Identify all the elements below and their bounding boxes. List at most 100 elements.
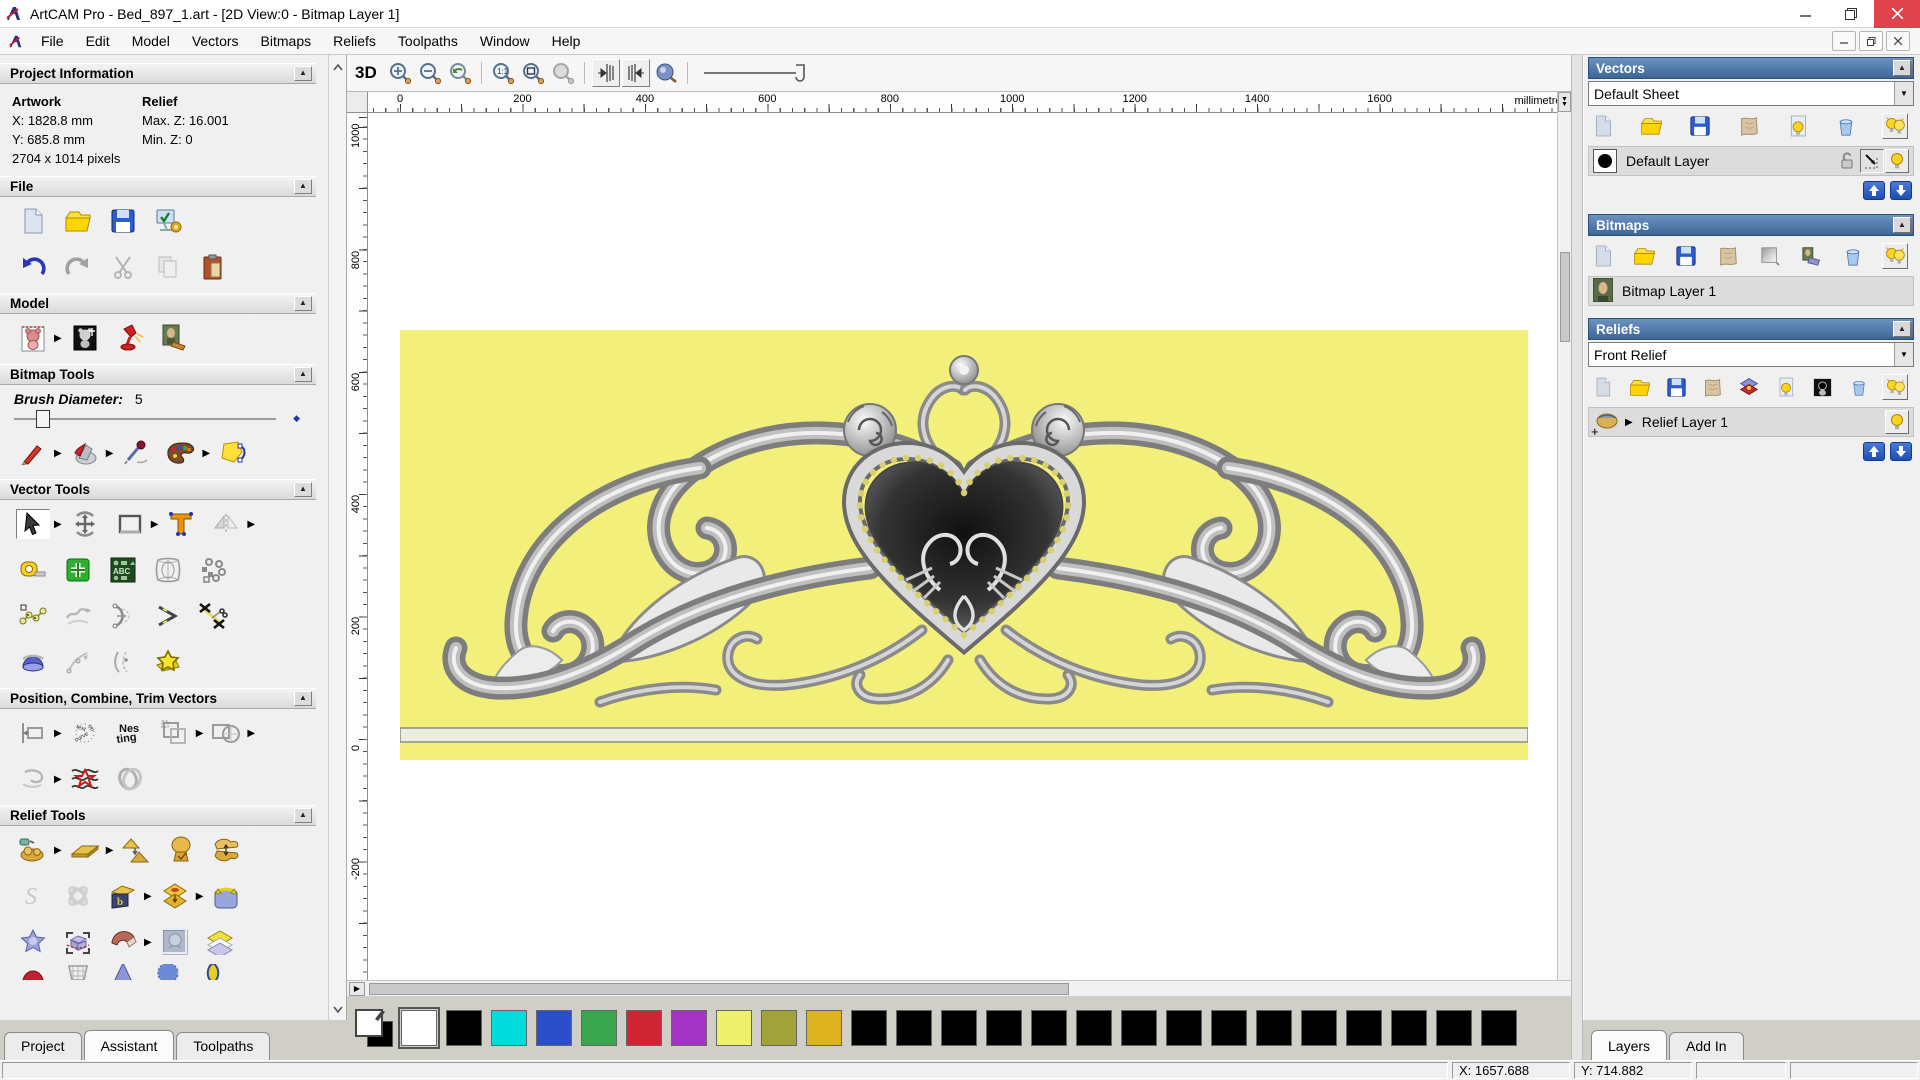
new-bitmap-layer-icon[interactable]	[1590, 243, 1616, 269]
palette-swatch[interactable]	[941, 1010, 977, 1046]
save-relief-layer-icon[interactable]	[1663, 374, 1689, 400]
rollup-button[interactable]: ▲	[294, 296, 312, 311]
palette-swatch[interactable]	[1436, 1010, 1472, 1046]
create-text-icon[interactable]	[164, 509, 198, 539]
child-restore-button[interactable]	[1859, 31, 1883, 51]
weld-vectors-icon[interactable]	[209, 718, 243, 748]
open-vector-layer-icon[interactable]	[1639, 113, 1665, 139]
palette-swatch[interactable]	[536, 1010, 572, 1046]
fillet-dome-icon[interactable]	[16, 647, 50, 677]
mirror-vectors-icon[interactable]	[209, 509, 243, 539]
insert-angle-icon[interactable]	[151, 601, 185, 631]
menu-vectors[interactable]: Vectors	[181, 29, 250, 53]
delete-layer-icon[interactable]	[1846, 374, 1872, 400]
tab-assistant[interactable]: Assistant	[83, 1030, 175, 1060]
rollup-button[interactable]: ▲	[1893, 321, 1911, 337]
scroll-down-icon[interactable]	[332, 1001, 343, 1016]
relief-from-image-icon[interactable]: b	[106, 881, 140, 911]
menu-edit[interactable]: Edit	[75, 29, 121, 53]
create-rectangle-icon[interactable]	[113, 509, 147, 539]
interlock-rings-icon[interactable]	[113, 764, 147, 794]
move-layer-down-icon[interactable]	[1890, 442, 1912, 461]
flyout-arrow-icon[interactable]: ▶	[106, 845, 114, 856]
tab-project[interactable]: Project	[4, 1032, 82, 1060]
flood-fill-icon[interactable]	[68, 438, 102, 468]
vector-sheet-select[interactable]: Default Sheet ▼	[1588, 81, 1914, 106]
flyout-arrow-icon[interactable]: ▶	[54, 845, 62, 856]
expand-arrow-icon[interactable]: ▶	[1619, 417, 1633, 428]
palette-swatch[interactable]	[1166, 1010, 1202, 1046]
flyout-arrow-icon[interactable]: ▶	[196, 728, 204, 739]
measure-icon[interactable]	[16, 555, 50, 585]
layer-colour-swatch[interactable]	[1593, 149, 1617, 173]
offset-vector-icon[interactable]	[106, 647, 140, 677]
layer-visibility-icon[interactable]	[1885, 410, 1909, 434]
new-model-icon[interactable]	[16, 206, 50, 236]
brush-diameter-slider[interactable]: ◆	[14, 409, 302, 429]
palette-swatch[interactable]	[1301, 1010, 1337, 1046]
all-layers-visibility-icon[interactable]	[1882, 374, 1908, 400]
scroll-up-icon[interactable]	[332, 59, 343, 74]
move-layer-up-icon[interactable]	[1863, 442, 1885, 461]
cut-icon[interactable]	[106, 252, 140, 282]
layer-visibility-icon[interactable]	[1885, 149, 1909, 173]
move-layer-up-icon[interactable]	[1863, 181, 1885, 200]
palette-swatch[interactable]	[446, 1010, 482, 1046]
bitmap-layer-row[interactable]: Bitmap Layer 1	[1588, 276, 1914, 306]
greyscale-preview-icon[interactable]	[1809, 374, 1835, 400]
open-file-icon[interactable]	[61, 206, 95, 236]
carve-relief-icon[interactable]	[106, 927, 140, 957]
colour-view-icon[interactable]	[1799, 243, 1825, 269]
layer-name[interactable]: Relief Layer 1	[1633, 414, 1884, 430]
create-arc-icon[interactable]	[106, 601, 140, 631]
layer-name[interactable]: Default Layer	[1617, 153, 1834, 169]
two-rail-sweep-icon[interactable]	[16, 964, 50, 980]
lighting-icon[interactable]	[113, 323, 147, 353]
join-vectors-icon[interactable]	[16, 764, 50, 794]
zoom-out-icon[interactable]	[416, 59, 444, 87]
paste-along-curve-icon[interactable]	[196, 555, 230, 585]
node-editing-icon[interactable]	[61, 647, 95, 677]
child-close-button[interactable]	[1886, 31, 1910, 51]
flyout-arrow-icon[interactable]: ▶	[196, 891, 204, 902]
flyout-arrow-icon[interactable]: ▶	[247, 728, 255, 739]
new-vector-layer-icon[interactable]	[1590, 113, 1616, 139]
palette-swatch[interactable]	[806, 1010, 842, 1046]
extrude-icon[interactable]	[61, 964, 95, 980]
palette-swatch[interactable]	[1031, 1010, 1067, 1046]
preview-relief-icon[interactable]	[652, 59, 680, 87]
block-group-icon[interactable]	[158, 718, 192, 748]
zero-plane-icon[interactable]	[68, 835, 102, 865]
flyout-arrow-icon[interactable]: ▶	[54, 774, 62, 785]
texture-icon[interactable]	[158, 323, 192, 353]
menu-file[interactable]: File	[30, 29, 75, 53]
menu-help[interactable]: Help	[541, 29, 592, 53]
merge-relief-layers-icon[interactable]	[1700, 374, 1726, 400]
toggle-vector-view-icon[interactable]	[621, 59, 650, 87]
rollup-button[interactable]: ▲	[294, 179, 312, 194]
scroll-right-icon[interactable]: ▶	[349, 981, 365, 996]
menu-model[interactable]: Model	[121, 29, 181, 53]
zoom-in-icon[interactable]	[386, 59, 414, 87]
ruler-units-button[interactable]: ▼ ▼	[1558, 92, 1571, 112]
all-layers-visibility-icon[interactable]	[1881, 113, 1908, 139]
spin-relief-icon[interactable]	[106, 964, 140, 980]
palette-swatch[interactable]	[986, 1010, 1022, 1046]
new-relief-layer-icon[interactable]	[1590, 374, 1616, 400]
save-vector-layer-icon[interactable]	[1687, 113, 1713, 139]
select-vectors-icon[interactable]	[16, 509, 50, 539]
redo-icon[interactable]	[61, 252, 95, 282]
palette-swatch[interactable]	[1121, 1010, 1157, 1046]
slider-handle[interactable]	[794, 63, 808, 86]
text-block-icon[interactable]: ABC	[106, 555, 140, 585]
vector-layer-row[interactable]: Default Layer	[1588, 146, 1914, 176]
palette-swatch[interactable]	[1076, 1010, 1112, 1046]
snap-to-layer-icon[interactable]	[1860, 149, 1884, 173]
relief-layer-row[interactable]: + ▶ Relief Layer 1	[1588, 407, 1914, 439]
flyout-arrow-icon[interactable]: ▶	[54, 333, 62, 344]
panel-scrollbar[interactable]	[328, 55, 346, 1020]
cage-distort-icon[interactable]	[61, 927, 95, 957]
primary-secondary-colour-indicator[interactable]	[355, 1009, 393, 1047]
save-bitmap-layer-icon[interactable]	[1673, 243, 1699, 269]
tab-toolpaths[interactable]: Toolpaths	[176, 1032, 271, 1060]
